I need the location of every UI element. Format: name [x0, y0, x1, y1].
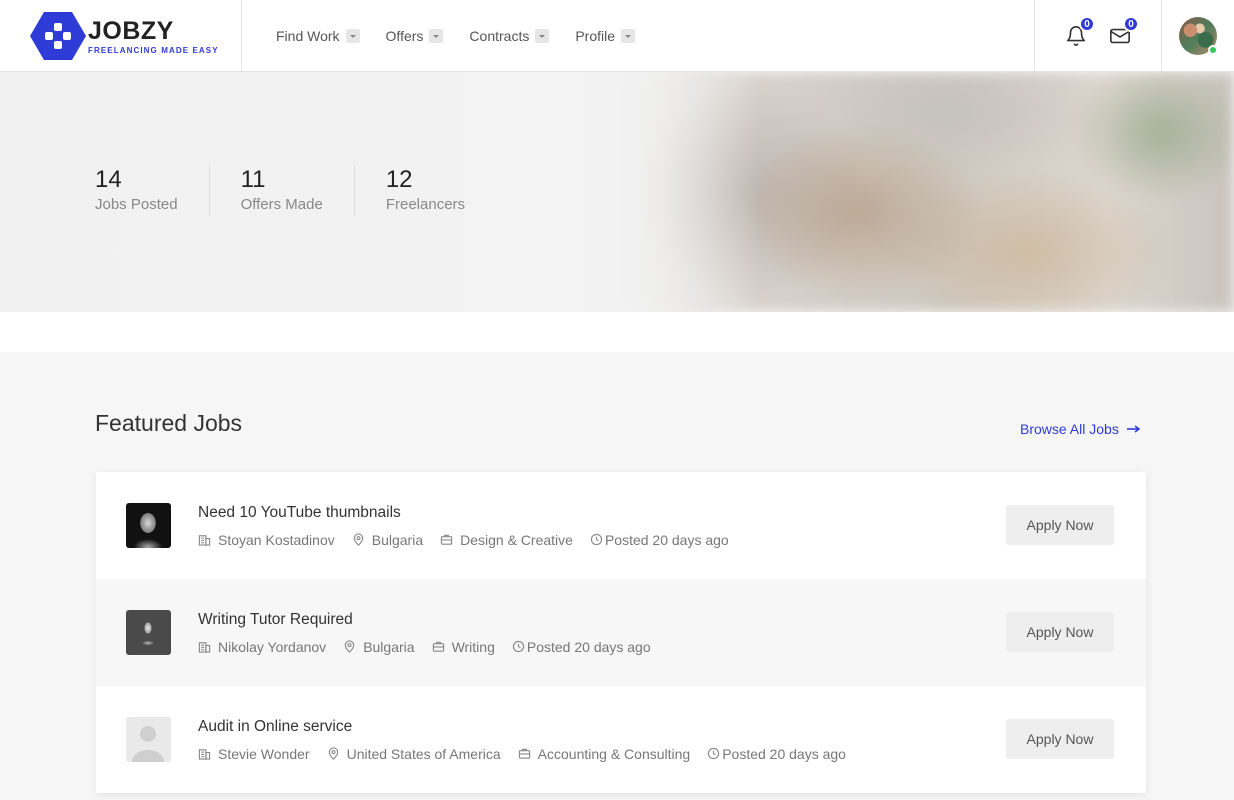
employer-avatar-placeholder — [126, 717, 171, 762]
employer-avatar — [126, 610, 171, 655]
nav-item-label: Contracts — [469, 28, 530, 44]
job-title[interactable]: Audit in Online service — [198, 718, 863, 736]
arrow-right-icon — [1126, 425, 1140, 433]
job-location: United States of America — [346, 745, 501, 762]
featured-jobs-list: Need 10 YouTube thumbnails Stoyan Kostad… — [96, 472, 1146, 793]
apply-now-button[interactable]: Apply Now — [1006, 612, 1114, 652]
messages-count-badge: 0 — [1123, 16, 1139, 32]
job-location: Bulgaria — [371, 531, 424, 548]
brand-tagline: FREELANCING MADE EASY — [88, 45, 219, 55]
brand-name: JOBZY — [88, 16, 174, 45]
top-header: JOBZY FREELANCING MADE EASY Find Work Of… — [0, 0, 1234, 72]
building-icon — [198, 749, 211, 760]
stat-label: Freelancers — [385, 196, 466, 213]
nav-profile[interactable]: Profile — [575, 28, 636, 44]
job-row[interactable]: Need 10 YouTube thumbnails Stoyan Kostad… — [96, 472, 1146, 579]
chevron-down-icon — [345, 29, 360, 43]
logo-hexagon-icon — [30, 12, 86, 60]
job-category: Writing — [451, 638, 495, 655]
location-pin-icon — [344, 640, 355, 653]
hero-banner: 14 Jobs Posted 11 Offers Made 12 Freelan… — [0, 72, 1234, 312]
job-category: Design & Creative — [460, 531, 573, 548]
stat-value: 14 — [95, 166, 122, 193]
messages-button[interactable]: 0 — [1109, 16, 1139, 47]
user-avatar[interactable] — [1179, 17, 1218, 55]
nav-offers[interactable]: Offers — [386, 28, 444, 44]
stat-value: 11 — [240, 166, 266, 193]
notifications-count-badge: 0 — [1079, 16, 1095, 32]
location-pin-icon — [328, 747, 338, 760]
job-posted-time: Posted 20 days ago — [722, 745, 846, 762]
stat-offers-made: 11 Offers Made — [241, 166, 355, 216]
clock-icon — [590, 533, 603, 546]
stats-bar: 14 Jobs Posted 11 Offers Made 12 Freelan… — [95, 166, 527, 216]
stat-freelancers: 12 Freelancers — [386, 166, 496, 216]
stat-value: 12 — [385, 166, 413, 193]
employer-avatar — [126, 503, 171, 548]
main-nav: Find Work Offers Contracts Profile — [242, 0, 661, 72]
building-icon — [198, 535, 211, 546]
stat-jobs-posted: 14 Jobs Posted — [95, 166, 210, 216]
stat-label: Jobs Posted — [95, 196, 178, 213]
location-pin-icon — [353, 533, 363, 546]
online-status-indicator — [1208, 45, 1218, 55]
nav-item-label: Find Work — [276, 28, 340, 44]
job-employer: Nikolay Yordanov — [218, 638, 327, 655]
nav-item-label: Offers — [385, 28, 424, 44]
apply-now-button[interactable]: Apply Now — [1006, 719, 1114, 759]
job-employer: Stoyan Kostadinov — [218, 531, 335, 548]
building-icon — [198, 642, 211, 653]
nav-find-work[interactable]: Find Work — [276, 28, 360, 44]
job-row[interactable]: Audit in Online service Stevie Wonder Un… — [96, 686, 1146, 793]
job-employer: Stevie Wonder — [218, 745, 310, 762]
briefcase-icon — [440, 534, 453, 545]
job-posted-time: Posted 20 days ago — [526, 638, 651, 655]
chevron-down-icon — [535, 29, 550, 43]
briefcase-icon — [518, 748, 530, 759]
job-location: Bulgaria — [363, 638, 415, 655]
job-title[interactable]: Need 10 YouTube thumbnails — [198, 504, 746, 522]
stat-label: Offers Made — [240, 196, 323, 213]
apply-now-button[interactable]: Apply Now — [1006, 505, 1114, 545]
nav-item-label: Profile — [575, 28, 616, 44]
job-posted-time: Posted 20 days ago — [604, 531, 729, 548]
chevron-down-icon — [621, 29, 636, 43]
nav-contracts[interactable]: Contracts — [469, 28, 550, 44]
logo[interactable]: JOBZY FREELANCING MADE EASY — [0, 0, 242, 72]
clock-icon — [512, 640, 525, 653]
notifications-button[interactable]: 0 — [1065, 16, 1095, 47]
job-title[interactable]: Writing Tutor Required — [198, 611, 668, 629]
job-category: Accounting & Consulting — [537, 745, 691, 762]
section-divider — [0, 312, 1234, 352]
job-row[interactable]: Writing Tutor Required Nikolay Yordanov … — [96, 579, 1146, 686]
browse-all-jobs-link[interactable]: Browse All Jobs — [1020, 421, 1140, 437]
chevron-down-icon — [429, 29, 444, 43]
browse-link-label: Browse All Jobs — [1020, 421, 1119, 437]
clock-icon — [708, 747, 720, 760]
section-title: Featured Jobs — [95, 410, 243, 436]
briefcase-icon — [432, 641, 444, 652]
